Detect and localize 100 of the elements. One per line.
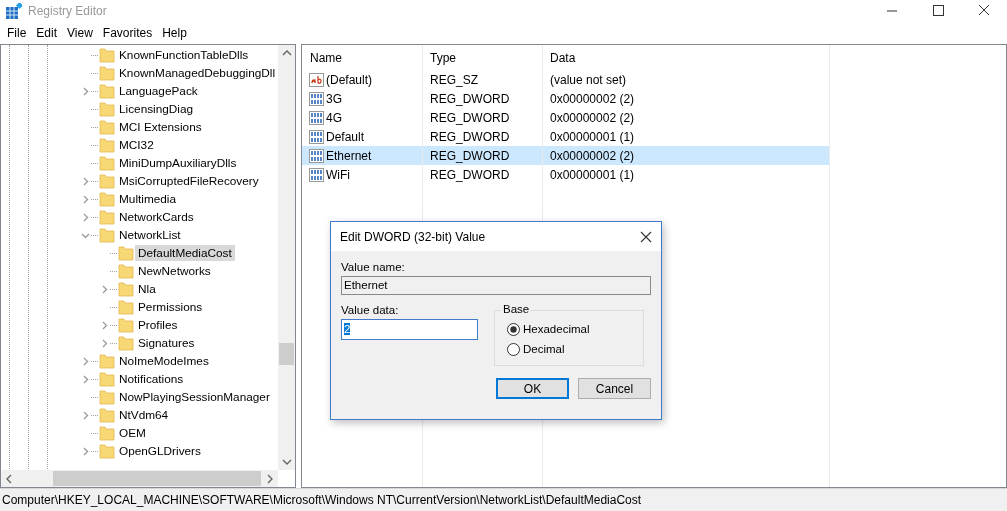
value-row[interactable]: Ethernet REG_DWORD 0x00000002 (2)	[302, 146, 829, 165]
tree-item[interactable]: LanguagePack	[116, 83, 201, 99]
folder-icon	[99, 353, 115, 369]
tree-item[interactable]: MsiCorruptedFileRecovery	[116, 173, 262, 189]
tree-item[interactable]: Notifications	[116, 371, 187, 387]
value-type: REG_DWORD	[429, 148, 511, 163]
dialog-button[interactable]: Cancel	[578, 378, 651, 399]
window-title: Registry Editor	[28, 4, 107, 18]
group-label: Base	[501, 303, 532, 315]
value-row[interactable]: WiFi REG_DWORD 0x00000001 (1)	[302, 165, 829, 184]
menu-item[interactable]: Edit	[31, 26, 63, 40]
chevron-right-icon[interactable]	[100, 284, 109, 294]
tree-item[interactable]: NowPlayingSessionManager	[116, 389, 273, 405]
value-data: 0x00000002 (2)	[549, 148, 636, 163]
menu-item[interactable]: File	[2, 26, 32, 40]
menu-item[interactable]: Favorites	[97, 26, 158, 40]
folder-icon	[99, 227, 115, 243]
folder-icon	[99, 155, 115, 171]
tree-item[interactable]: OpenGLDrivers	[116, 443, 204, 459]
folder-icon	[118, 299, 134, 315]
folder-icon	[99, 101, 115, 117]
chevron-right-icon[interactable]	[81, 212, 90, 222]
tree-item[interactable]: Permissions	[135, 299, 206, 315]
value-type: REG_DWORD	[429, 91, 511, 106]
value-row[interactable]: 4G REG_DWORD 0x00000002 (2)	[302, 108, 829, 127]
tree-item[interactable]: LicensingDiag	[116, 101, 197, 117]
binary-value-icon	[309, 109, 325, 126]
menu-item[interactable]: Help	[157, 26, 192, 40]
folder-icon	[99, 209, 115, 225]
value-type: REG_DWORD	[429, 110, 511, 125]
binary-value-icon	[309, 166, 325, 183]
scrollbar-thumb[interactable]	[279, 343, 294, 365]
folder-icon	[99, 137, 115, 153]
folder-icon	[118, 335, 134, 351]
tree-item[interactable]: KnownFunctionTableDlls	[116, 47, 252, 63]
folder-icon	[99, 191, 115, 207]
radio-label[interactable]: Hexadecimal	[523, 323, 590, 335]
folder-icon	[99, 389, 115, 405]
chevron-right-icon[interactable]	[81, 446, 90, 456]
tree-item[interactable]: NewNetworks	[135, 263, 214, 279]
value-row[interactable]: (Default) REG_SZ (value not set)	[302, 70, 829, 89]
scrollbar-thumb[interactable]	[53, 471, 261, 486]
chevron-right-icon[interactable]	[81, 176, 90, 186]
value-row[interactable]: Default REG_DWORD 0x00000001 (1)	[302, 127, 829, 146]
value-row[interactable]: 3G REG_DWORD 0x00000002 (2)	[302, 89, 829, 108]
radio-button[interactable]	[507, 342, 520, 356]
tree-item[interactable]: MCI Extensions	[116, 119, 205, 135]
value-data-field[interactable]: 2	[341, 319, 478, 340]
value-type: REG_SZ	[429, 72, 479, 87]
tree-item[interactable]: NetworkList	[116, 227, 184, 243]
folder-icon	[99, 65, 115, 81]
folder-icon	[99, 83, 115, 99]
dialog-button[interactable]: OK	[496, 378, 569, 399]
chevron-right-icon[interactable]	[81, 374, 90, 384]
tree-item[interactable]: Profiles	[135, 317, 181, 333]
chevron-right-icon[interactable]	[81, 410, 90, 420]
folder-icon	[99, 173, 115, 189]
column-header[interactable]: Data	[542, 50, 829, 65]
folder-icon	[99, 425, 115, 441]
value-data: 0x00000001 (1)	[549, 167, 636, 182]
value-data: 0x00000002 (2)	[549, 91, 636, 106]
tree-item[interactable]: Nla	[135, 281, 159, 297]
folder-icon	[118, 245, 134, 261]
column-header[interactable]: Name	[302, 50, 422, 65]
folder-icon	[118, 281, 134, 297]
value-type: REG_DWORD	[429, 167, 511, 182]
chevron-right-icon[interactable]	[81, 356, 90, 366]
value-name-field[interactable]: Ethernet	[341, 276, 651, 295]
value-name: 3G	[326, 91, 342, 106]
value-name: (Default)	[326, 72, 372, 87]
menu-item[interactable]: View	[62, 26, 98, 40]
folder-icon	[118, 317, 134, 333]
string-value-icon	[309, 71, 325, 88]
chevron-right-icon[interactable]	[81, 86, 90, 96]
tree-item[interactable]: KnownManagedDebuggingDll	[116, 65, 279, 81]
tree-item[interactable]: NetworkCards	[116, 209, 197, 225]
folder-icon	[99, 371, 115, 387]
tree-item[interactable]: Signatures	[135, 335, 198, 351]
tree-item[interactable]: OEM	[116, 425, 149, 441]
field-label: Value name:	[341, 261, 406, 273]
value-name: WiFi	[326, 167, 350, 182]
tree-item[interactable]: Multimedia	[116, 191, 180, 207]
tree-item[interactable]: MiniDumpAuxiliaryDlls	[116, 155, 240, 171]
radio-button[interactable]	[507, 322, 520, 336]
radio-label[interactable]: Decimal	[523, 343, 565, 355]
tree-item[interactable]: NtVdm64	[116, 407, 172, 423]
value-name: 4G	[326, 110, 342, 125]
close-icon[interactable]	[640, 230, 652, 243]
chevron-right-icon[interactable]	[81, 194, 90, 204]
folder-icon	[99, 119, 115, 135]
binary-value-icon	[309, 147, 325, 164]
tree-item[interactable]: MCI32	[116, 137, 157, 153]
value-type: REG_DWORD	[429, 129, 511, 144]
chevron-right-icon[interactable]	[100, 320, 109, 330]
folder-icon	[99, 443, 115, 459]
column-header[interactable]: Type	[422, 50, 542, 65]
tree-item[interactable]: NoImeModeImes	[116, 353, 212, 369]
tree-item[interactable]: DefaultMediaCost	[135, 245, 235, 261]
field-label: Value data:	[341, 304, 400, 316]
chevron-right-icon[interactable]	[100, 338, 109, 348]
